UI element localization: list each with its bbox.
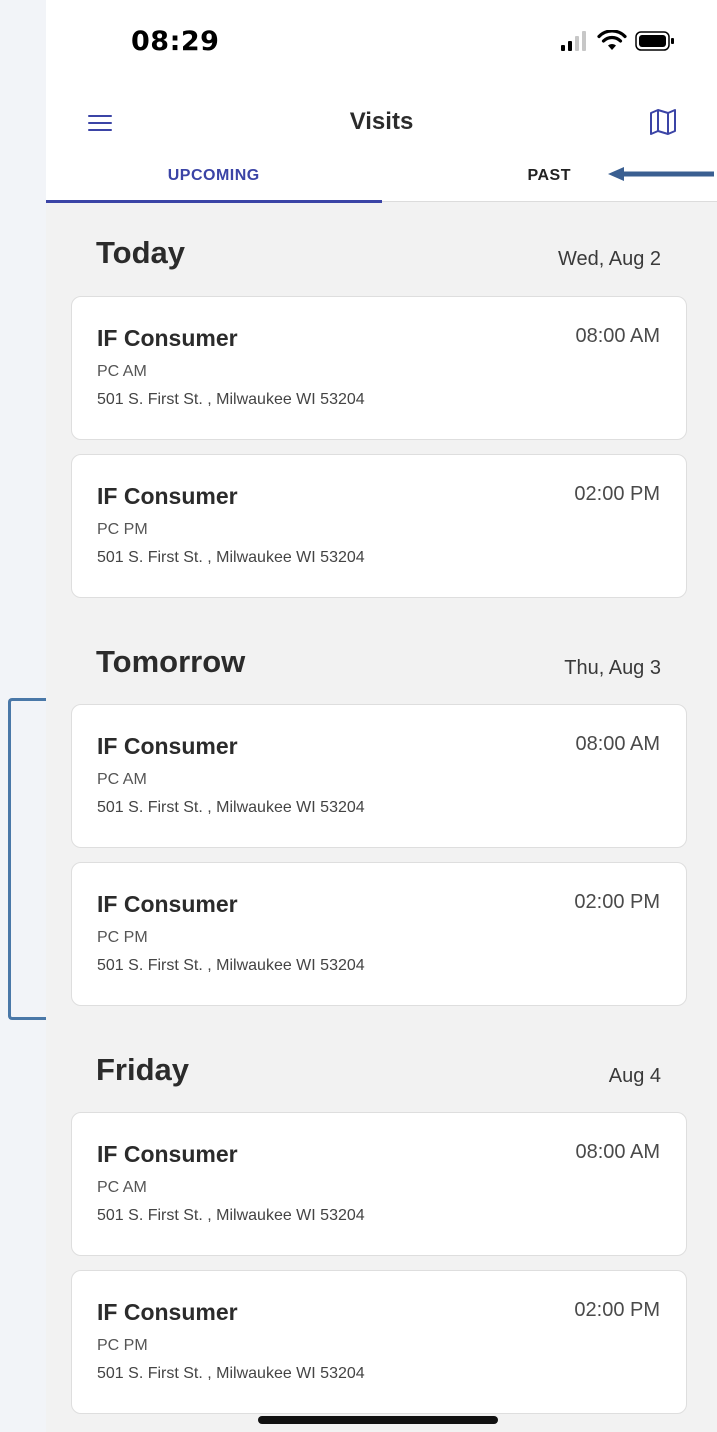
section-title: Friday	[96, 1052, 190, 1087]
visit-client-name: IF Consumer	[97, 1299, 238, 1325]
app-header: Visits UPCOMING PAST	[46, 92, 717, 203]
phone-screen: 08:29 Visits UPCOMING PAST Today Wed, Au…	[46, 0, 717, 1432]
visit-time: 02:00 PM	[574, 891, 660, 913]
annotation-arrow-icon	[608, 167, 714, 181]
section-date: Aug 4	[608, 1065, 661, 1087]
page-title: Visits	[349, 108, 414, 135]
visit-time: 08:00 AM	[575, 325, 660, 347]
visit-service: PC PM	[97, 521, 148, 538]
visit-card[interactable]: IF Consumer 02:00 PM PC PM 501 S. First …	[71, 862, 687, 1006]
home-indicator	[258, 1416, 498, 1424]
visit-service: PC AM	[97, 1179, 147, 1196]
visit-address: 501 S. First St. , Milwaukee WI 53204	[97, 1365, 365, 1382]
section-title: Today	[96, 235, 185, 270]
visit-service: PC PM	[97, 1337, 148, 1354]
visit-card[interactable]: IF Consumer 02:00 PM PC PM 501 S. First …	[71, 454, 687, 598]
visit-card[interactable]: IF Consumer 02:00 PM PC PM 501 S. First …	[71, 1270, 687, 1414]
visit-client-name: IF Consumer	[97, 325, 238, 351]
visit-address: 501 S. First St. , Milwaukee WI 53204	[97, 1207, 365, 1224]
section-title: Tomorrow	[96, 644, 246, 679]
visit-card[interactable]: IF Consumer 08:00 AM PC AM 501 S. First …	[71, 1112, 687, 1256]
visit-time: 02:00 PM	[574, 1299, 660, 1321]
visit-address: 501 S. First St. , Milwaukee WI 53204	[97, 549, 365, 566]
section-header: Tomorrow Thu, Aug 3	[96, 638, 661, 688]
section-date: Thu, Aug 3	[564, 657, 661, 679]
annotation-bracket	[8, 698, 46, 1020]
visit-time: 08:00 AM	[575, 733, 660, 755]
visit-time: 08:00 AM	[575, 1141, 660, 1163]
visit-client-name: IF Consumer	[97, 733, 238, 759]
visit-address: 501 S. First St. , Milwaukee WI 53204	[97, 957, 365, 974]
visit-service: PC PM	[97, 929, 148, 946]
section-header: Today Wed, Aug 2	[96, 229, 661, 279]
wifi-icon	[597, 30, 627, 50]
visit-service: PC AM	[97, 363, 147, 380]
map-icon	[650, 109, 676, 135]
map-button[interactable]	[647, 106, 679, 138]
tab-upcoming[interactable]: UPCOMING	[46, 154, 382, 203]
status-icons	[559, 28, 675, 54]
visit-address: 501 S. First St. , Milwaukee WI 53204	[97, 391, 365, 408]
status-bar: 08:29	[46, 0, 717, 92]
signal-icon	[561, 31, 586, 51]
visits-list[interactable]: Today Wed, Aug 2 IF Consumer 08:00 AM PC…	[46, 203, 717, 1432]
status-time: 08:29	[131, 26, 220, 57]
visit-card[interactable]: IF Consumer 08:00 AM PC AM 501 S. First …	[71, 704, 687, 848]
section-date: Wed, Aug 2	[557, 248, 661, 270]
visit-card[interactable]: IF Consumer 08:00 AM PC AM 501 S. First …	[71, 296, 687, 440]
visit-address: 501 S. First St. , Milwaukee WI 53204	[97, 799, 365, 816]
visit-service: PC AM	[97, 771, 147, 788]
section-header: Friday Aug 4	[96, 1046, 661, 1096]
battery-icon	[635, 31, 674, 51]
visit-client-name: IF Consumer	[97, 891, 238, 917]
visit-client-name: IF Consumer	[97, 1141, 238, 1167]
visit-time: 02:00 PM	[574, 483, 660, 505]
visit-client-name: IF Consumer	[97, 483, 238, 509]
